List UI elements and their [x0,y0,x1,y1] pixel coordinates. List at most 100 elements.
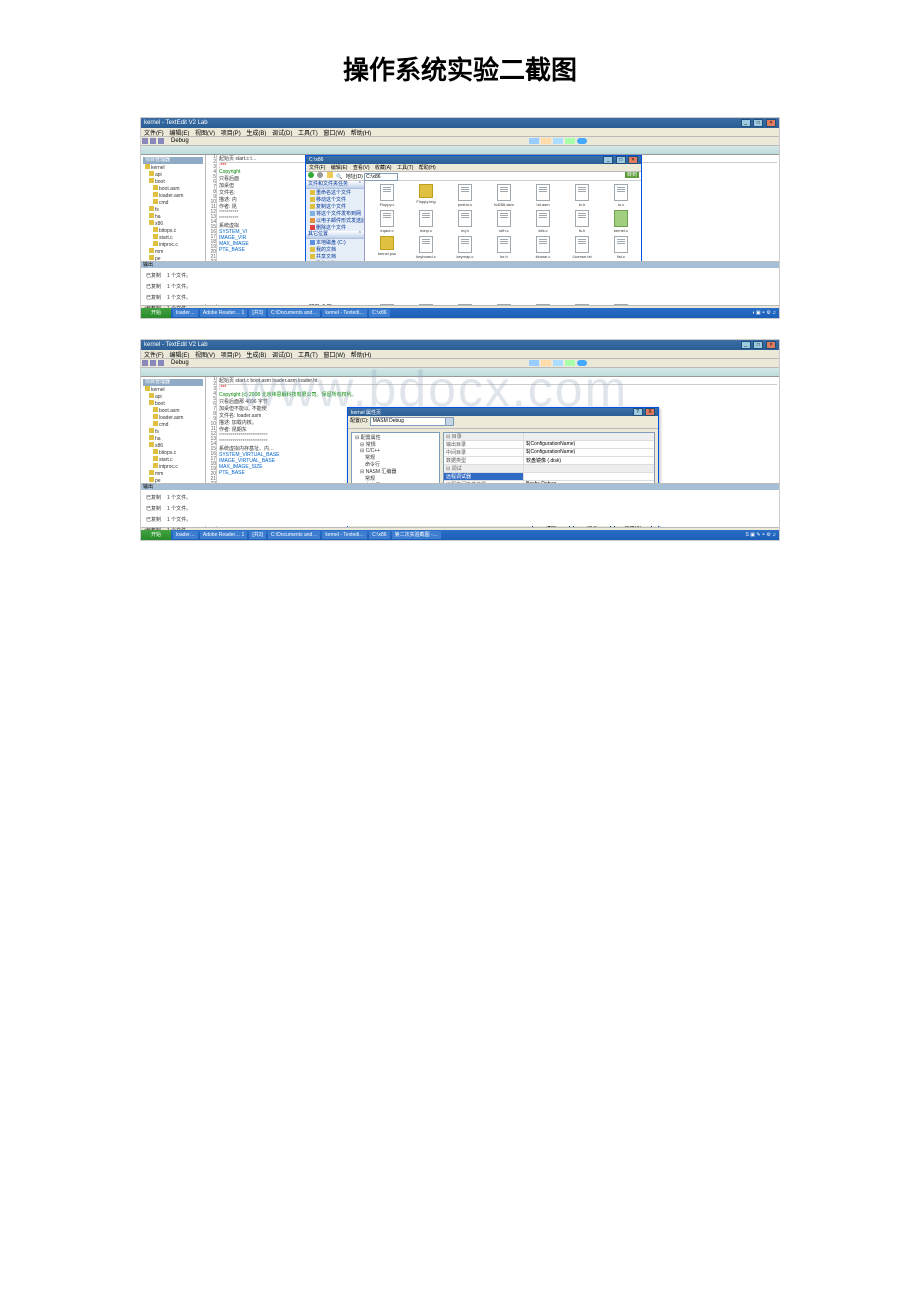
close-button[interactable]: X [645,408,655,416]
file-item[interactable]: kifh.c [485,210,523,233]
prop-row[interactable]: ⊟ 调试 [444,465,654,473]
toolbar-icon[interactable] [142,360,148,366]
chat-icon[interactable] [565,360,575,366]
vol-icon[interactable] [553,360,563,366]
tree-item[interactable]: boot [143,178,203,185]
prop-row[interactable]: ⊟ 目录 [444,433,654,441]
config-combo[interactable]: Debug [171,138,189,144]
tree-item[interactable]: ha [143,213,203,220]
dialog-tree-item[interactable]: ⊟ 配置属性 [353,434,438,441]
file-item[interactable]: irqact.c [368,210,406,233]
dialog-tree-item[interactable]: 常规 [353,454,438,461]
close-button[interactable]: × [766,119,776,127]
task-email[interactable]: 以电子邮件形式发送此文件 [306,217,364,224]
file-item[interactable]: hd.asm [524,184,562,207]
taskbar-button[interactable]: loader… [173,531,198,539]
file-item[interactable]: keyboard.c [407,236,445,259]
taskbar-button[interactable]: C:\x86 [369,531,389,539]
word-icon[interactable] [541,360,551,366]
toolbar-icon[interactable] [150,360,156,366]
minimize-button[interactable]: _ [741,119,751,127]
file-item[interactable]: fs.h [563,210,601,233]
menu-view[interactable]: 查看(V) [353,165,370,171]
toolbar-icon[interactable] [158,360,164,366]
dialog-tree-item[interactable]: 命令行 [353,461,438,468]
dialog-tree-item[interactable]: 常规 [353,475,438,482]
browser-ie-icon[interactable] [529,138,539,144]
chat-icon[interactable] [565,138,575,144]
tree-item[interactable]: cmd [143,199,203,206]
taskbar-button[interactable]: Adobe Reader… 1 [200,531,247,539]
taskbar-button[interactable]: kernel - Textedi… [322,531,367,539]
help-button[interactable]: ? [633,408,643,416]
tray[interactable]: S ▣ ✎ ◓ ⚙ ♫ [746,532,776,538]
tree-item[interactable]: mm [143,470,203,477]
task-publish[interactable]: 将这个文件发布到网 [306,210,364,217]
explorer-menubar[interactable]: 文件(F) 编辑(E) 查看(V) 收藏(A) 工具(T) 帮助(H) [306,164,641,172]
prop-row[interactable]: 输出目录$(ConfigurationName) [444,441,654,449]
tree-item[interactable]: kernel [143,386,203,393]
tree-item[interactable]: kernel [143,164,203,171]
vol-icon[interactable] [553,138,563,144]
tree-item[interactable]: bitops.c [143,449,203,456]
taskbar-button[interactable]: loader… [173,309,198,317]
tree-item[interactable]: start.c [143,456,203,463]
search-icon[interactable]: 🔍 [336,174,342,180]
file-item[interactable]: keymap.c [446,236,484,259]
tree-item[interactable]: loader.asm [143,192,203,199]
tree-item[interactable]: fs [143,428,203,435]
taskbar-button[interactable]: C:\x86 [369,309,389,317]
tree-item[interactable]: intproc.c [143,463,203,470]
file-item[interactable]: Floppy.c [368,184,406,207]
tree-item[interactable]: bitops.c [143,227,203,234]
tree-item[interactable]: intproc.c [143,241,203,248]
other-header[interactable]: 其它位置⌃ [306,231,364,239]
tree-item[interactable]: mm [143,248,203,255]
webcam-icon[interactable] [577,138,587,144]
tree-item[interactable]: loader.asm [143,414,203,421]
prop-row[interactable]: 数据类型软盘镜像 (.disk) [444,457,654,465]
tray[interactable]: ◑ ▣ ◓ ⚙ ♫ [751,310,776,316]
tasks-header[interactable]: 文件和文件夹任务⌃ [306,181,364,189]
webcam-icon[interactable] [577,360,587,366]
start-button[interactable]: 开始 [141,308,171,318]
config-combo[interactable]: Debug [171,360,189,366]
tree-item[interactable]: api [143,393,203,400]
ide-menubar[interactable]: 文件(F) 编辑(E) 视图(V) 项目(P) 生成(B) 调试(D) 工具(T… [141,350,779,359]
file-item[interactable]: hd256.asm [485,184,523,207]
config-combo[interactable]: MASM Debug [370,417,454,426]
minimize-button[interactable]: _ [741,341,751,349]
taskbar-button[interactable]: C:\Documents and… [268,531,320,539]
file-item[interactable]: kinose.c [524,236,562,259]
tree-item[interactable]: boot.asm [143,407,203,414]
tree-item[interactable]: start.c [143,234,203,241]
taskbar-button[interactable]: C:\Documents and… [268,309,320,317]
close-button[interactable]: × [766,341,776,349]
maximize-button[interactable]: □ [616,156,626,164]
minimize-button[interactable]: _ [603,156,613,164]
prop-row[interactable]: 远程调试器 [444,473,654,481]
file-item[interactable]: kernel.psc [368,236,406,259]
dialog-tree-item[interactable]: ⊟ 常规 [353,441,438,448]
place-disk[interactable]: 本地磁盘 (C:) [306,239,364,246]
taskbar-button[interactable]: 第二次实验截图 -… [392,531,441,539]
tree-item[interactable]: api [143,171,203,178]
file-item[interactable]: kifs.c [524,210,562,233]
tree-item[interactable]: x86 [143,220,203,227]
file-item[interactable]: irq.h [446,210,484,233]
taskbar-button[interactable]: Adobe Reader… 1 [200,309,247,317]
prop-row[interactable]: 中间目录$(ConfigurationName) [444,449,654,457]
file-item[interactable]: io.c [602,184,640,207]
forward-icon[interactable] [317,172,323,178]
tree-item[interactable]: x86 [143,442,203,449]
menu-tools[interactable]: 工具(T) [397,165,413,171]
file-item[interactable]: ironp.c [407,210,445,233]
up-icon[interactable] [327,172,333,178]
file-item[interactable]: io.h [563,184,601,207]
browser-ie-icon[interactable] [529,360,539,366]
menu-help[interactable]: 帮助(H) [419,165,436,171]
tree-item[interactable]: cmd [143,421,203,428]
file-item[interactable]: pmfun.c [446,184,484,207]
tree-item[interactable]: boot [143,400,203,407]
go-button[interactable]: 转到 [625,172,639,178]
